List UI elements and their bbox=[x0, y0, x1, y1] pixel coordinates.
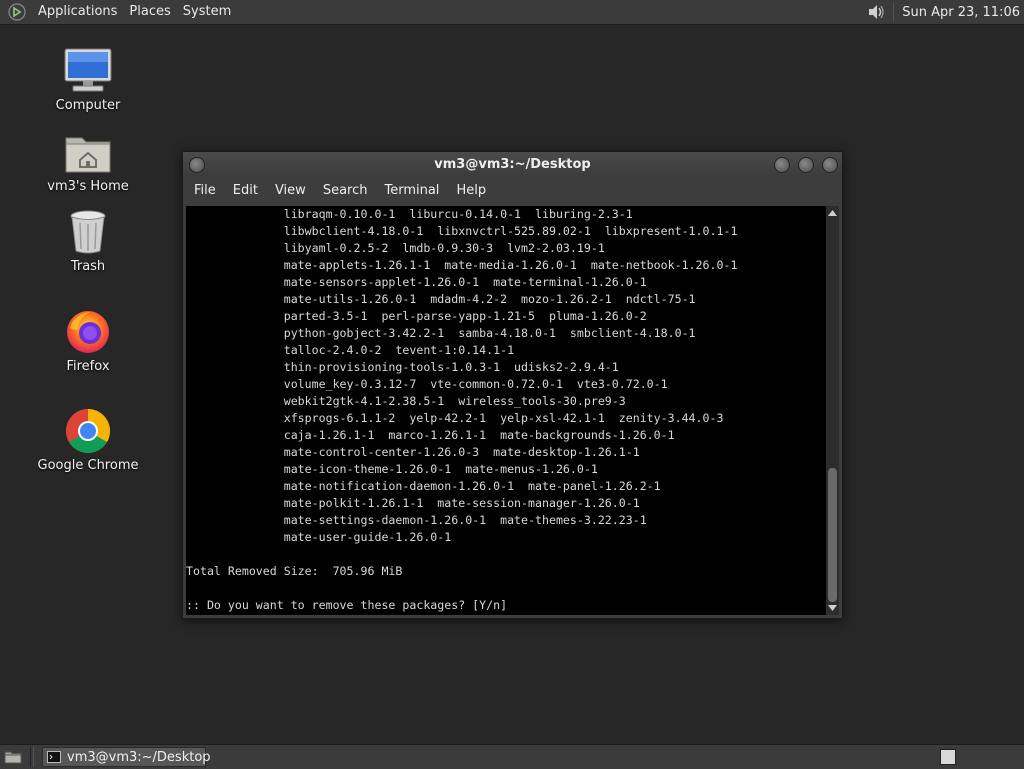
terminal-lines: libraqm-0.10.0-1 liburcu-0.14.0-1 liburi… bbox=[186, 206, 826, 614]
terminal-line: Total Removed Size: 705.96 MiB bbox=[186, 564, 403, 578]
terminal-line: parted-3.5-1 perl-parse-yapp-1.21-5 plum… bbox=[186, 309, 647, 323]
terminal-line: thin-provisioning-tools-1.0.3-1 udisks2-… bbox=[186, 360, 619, 374]
terminal-line: mate-settings-daemon-1.26.0-1 mate-theme… bbox=[186, 513, 647, 527]
desktop-icon-label: Computer bbox=[55, 98, 121, 113]
mate-logo-icon[interactable] bbox=[6, 1, 28, 23]
terminal-line: libyaml-0.2.5-2 lmdb-0.9.30-3 lvm2-2.03.… bbox=[186, 241, 605, 255]
terminal-line: caja-1.26.1-1 marco-1.26.1-1 mate-backgr… bbox=[186, 428, 675, 442]
desktop-icon-label: Firefox bbox=[66, 359, 110, 374]
menu-search[interactable]: Search bbox=[316, 183, 375, 198]
desktop-icon-home[interactable]: vm3's Home bbox=[33, 127, 143, 194]
window-title: vm3@vm3:~/Desktop bbox=[434, 156, 591, 172]
trash-icon bbox=[63, 207, 113, 257]
computer-icon bbox=[63, 46, 113, 96]
terminal-line: webkit2gtk-4.1-2.38.5-1 wireless_tools-3… bbox=[186, 394, 626, 408]
terminal-line: libwbclient-4.18.0-1 libxnvctrl-525.89.0… bbox=[186, 224, 738, 238]
menu-file[interactable]: File bbox=[187, 183, 223, 198]
scroll-up-arrow-icon[interactable] bbox=[826, 207, 839, 219]
minimize-button[interactable] bbox=[774, 157, 790, 173]
desktop-icon-label: Google Chrome bbox=[37, 458, 139, 473]
terminal-scrollbar[interactable] bbox=[826, 206, 839, 615]
system-menu[interactable]: System bbox=[177, 0, 237, 24]
menu-view[interactable]: View bbox=[268, 183, 313, 198]
desktop-icon-firefox[interactable]: Firefox bbox=[33, 307, 143, 374]
maximize-button[interactable] bbox=[798, 157, 814, 173]
taskbar-separator bbox=[30, 747, 34, 767]
close-button[interactable] bbox=[822, 157, 838, 173]
applications-menu[interactable]: Applications bbox=[32, 0, 123, 24]
terminal-line: python-gobject-3.42.2-1 samba-4.18.0-1 s… bbox=[186, 326, 696, 340]
terminal-line: mate-icon-theme-1.26.0-1 mate-menus-1.26… bbox=[186, 462, 598, 476]
taskbar-item-terminal[interactable]: vm3@vm3:~/Desktop bbox=[42, 747, 211, 767]
workspace-switcher[interactable] bbox=[940, 749, 956, 765]
terminal-line: mate-user-guide-1.26.0-1 bbox=[186, 530, 452, 544]
window-titlebar[interactable]: vm3@vm3:~/Desktop bbox=[183, 152, 842, 176]
show-desktop-icon[interactable] bbox=[2, 747, 24, 767]
chrome-icon bbox=[63, 406, 113, 456]
scroll-down-arrow-icon[interactable] bbox=[826, 602, 839, 614]
desktop-icon-label: vm3's Home bbox=[47, 179, 129, 194]
window-menubar: File Edit View Search Terminal Help bbox=[183, 176, 842, 204]
terminal-line: mate-notification-daemon-1.26.0-1 mate-p… bbox=[186, 479, 661, 493]
terminal-line: mate-applets-1.26.1-1 mate-media-1.26.0-… bbox=[186, 258, 738, 272]
speaker-icon[interactable] bbox=[865, 1, 887, 23]
terminal-line: mate-sensors-applet-1.26.0-1 mate-termin… bbox=[186, 275, 647, 289]
bottom-panel: vm3@vm3:~/Desktop bbox=[0, 744, 1024, 769]
menu-edit[interactable]: Edit bbox=[226, 183, 265, 198]
terminal-line: xfsprogs-6.1.1-2 yelp-42.2-1 yelp-xsl-42… bbox=[186, 411, 724, 425]
desktop-icon-label: Trash bbox=[70, 259, 106, 274]
terminal-line: mate-control-center-1.26.0-3 mate-deskto… bbox=[186, 445, 640, 459]
terminal-line: mate-polkit-1.26.1-1 mate-session-manage… bbox=[186, 496, 640, 510]
terminal-line: :: Do you want to remove these packages?… bbox=[186, 598, 508, 612]
home-folder-icon bbox=[63, 127, 113, 177]
terminal-line: mate-utils-1.26.0-1 mdadm-4.2-2 mozo-1.2… bbox=[186, 292, 696, 306]
menu-help[interactable]: Help bbox=[449, 183, 493, 198]
desktop-icon-trash[interactable]: Trash bbox=[33, 207, 143, 274]
desktop-icon-computer[interactable]: Computer bbox=[33, 46, 143, 113]
menu-terminal[interactable]: Terminal bbox=[377, 183, 446, 198]
terminal-line: volume_key-0.3.12-7 vte-common-0.72.0-1 … bbox=[186, 377, 668, 391]
terminal-line: talloc-2.4.0-2 tevent-1:0.14.1-1 bbox=[186, 343, 515, 357]
taskbar-item-label: vm3@vm3:~/Desktop bbox=[67, 749, 211, 765]
window-menu-button[interactable] bbox=[189, 157, 205, 173]
desktop-icon-chrome[interactable]: Google Chrome bbox=[33, 406, 143, 473]
top-panel: Applications Places System Sun Apr 23, 1… bbox=[0, 0, 1024, 25]
scrollbar-thumb[interactable] bbox=[828, 468, 837, 602]
firefox-icon bbox=[63, 307, 113, 357]
panel-separator bbox=[893, 3, 895, 21]
terminal-window[interactable]: vm3@vm3:~/Desktop File Edit View Search … bbox=[182, 151, 843, 619]
terminal-line: libraqm-0.10.0-1 liburcu-0.14.0-1 liburi… bbox=[186, 207, 633, 221]
terminal-output[interactable]: libraqm-0.10.0-1 liburcu-0.14.0-1 liburi… bbox=[186, 206, 826, 615]
terminal-icon bbox=[47, 751, 61, 763]
clock[interactable]: Sun Apr 23, 11:06 bbox=[902, 5, 1024, 20]
places-menu[interactable]: Places bbox=[123, 0, 176, 24]
